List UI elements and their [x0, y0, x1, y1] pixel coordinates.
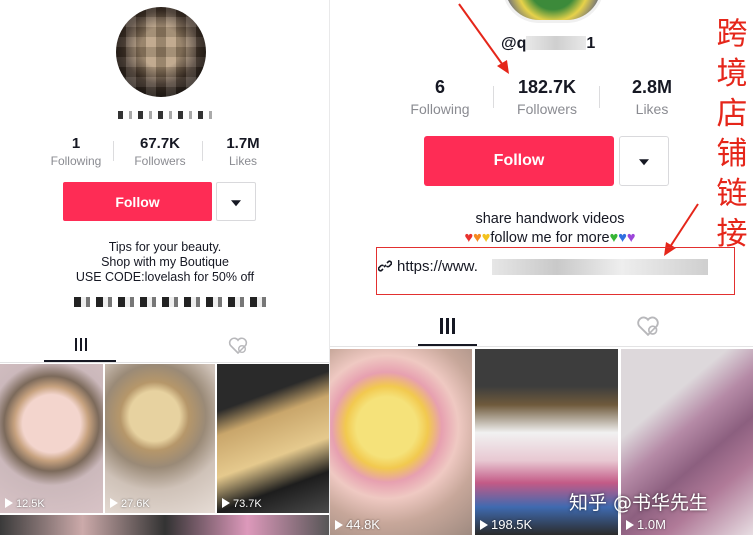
- view-count: 198.5K: [480, 517, 532, 532]
- view-count: 73.7K: [222, 498, 262, 510]
- bio: Tips for your beauty. Shop with my Bouti…: [0, 240, 330, 285]
- video-thumbnail-row-partial: [0, 515, 330, 535]
- stat-likes: 2.8M Likes: [612, 77, 692, 117]
- green-heart-icon: ♥: [609, 230, 619, 246]
- blurred-username: [118, 111, 216, 119]
- video-thumbnail[interactable]: 44.8K: [330, 349, 472, 535]
- tab-bar-bottom-border: [330, 346, 753, 347]
- tab-bar-bottom-border: [0, 362, 330, 363]
- tab-indicator: [44, 360, 116, 362]
- videos-grid-icon[interactable]: [74, 338, 88, 352]
- blurred-url: [492, 259, 708, 275]
- liked-videos-heart-icon[interactable]: [228, 337, 248, 354]
- orange-heart-icon: ♥: [473, 230, 482, 246]
- bio-link-text: https://www.: [397, 258, 478, 275]
- red-heart-icon: ♥: [464, 230, 474, 246]
- blurred-link[interactable]: [74, 297, 266, 307]
- stat-followers-value: 182.7K: [517, 77, 577, 97]
- left-profile-screenshot: 1 Following 67.7K Followers 1.7M Likes F…: [0, 0, 330, 535]
- view-count: 27.6K: [110, 498, 150, 510]
- more-dropdown-button[interactable]: [619, 136, 669, 186]
- stat-likes-value: 1.7M: [226, 135, 260, 152]
- avatar[interactable]: [502, 0, 604, 23]
- stat-followers-value: 67.7K: [139, 135, 181, 152]
- follow-button[interactable]: Follow: [424, 136, 614, 186]
- stat-following[interactable]: 1 Following: [46, 135, 106, 168]
- stat-likes-label: Likes: [635, 101, 669, 117]
- stat-followers-label: Followers: [134, 154, 186, 168]
- view-count: 12.5K: [5, 498, 45, 510]
- link-icon: [377, 260, 393, 272]
- stat-following[interactable]: 6 Following: [400, 77, 480, 117]
- play-icon: [5, 498, 13, 508]
- stat-likes-value: 2.8M: [631, 77, 673, 97]
- stat-followers-label: Followers: [517, 101, 577, 117]
- avatar[interactable]: [116, 7, 206, 97]
- view-count: 44.8K: [335, 517, 380, 532]
- play-icon: [480, 520, 488, 530]
- purple-heart-icon: ♥: [626, 230, 636, 246]
- stat-followers[interactable]: 182.7K Followers: [506, 77, 588, 117]
- play-icon: [110, 498, 118, 508]
- videos-grid-icon[interactable]: [439, 318, 456, 335]
- liked-videos-heart-icon[interactable]: [636, 316, 660, 336]
- annotation-side-text: 跨 境 店 铺 链 接: [716, 16, 748, 252]
- view-count: 1.0M: [626, 517, 666, 532]
- chevron-down-icon: [231, 199, 241, 206]
- bio-line: share handwork videos: [475, 211, 625, 227]
- stat-followers[interactable]: 67.7K Followers: [124, 135, 196, 168]
- video-thumbnail[interactable]: 12.5K: [0, 364, 103, 513]
- follow-button[interactable]: Follow: [63, 182, 212, 221]
- stat-divider: [113, 141, 114, 161]
- bio-line: Tips for your beauty.: [108, 240, 222, 254]
- stat-following-value: 6: [434, 77, 445, 97]
- stat-divider: [493, 86, 494, 108]
- bio-line: USE CODE:lovelash for 50% off: [75, 270, 255, 284]
- stat-following-label: Following: [410, 101, 470, 117]
- stat-following-label: Following: [50, 154, 102, 168]
- play-icon: [222, 498, 230, 508]
- stat-likes-label: Likes: [228, 154, 257, 168]
- chevron-down-icon: [639, 159, 649, 166]
- stat-divider: [599, 86, 600, 108]
- video-thumbnail[interactable]: 27.6K: [105, 364, 215, 513]
- video-thumbnail[interactable]: 73.7K: [217, 364, 330, 513]
- play-icon: [335, 520, 343, 530]
- bio-line-emoji: ♥♥♥follow me for more♥♥♥: [464, 230, 636, 246]
- more-dropdown-button[interactable]: [216, 182, 256, 221]
- profile-handle: @q 1: [501, 35, 596, 52]
- watermark: 知乎 @书华先生: [569, 492, 709, 514]
- stat-following-value: 1: [71, 135, 81, 152]
- right-profile-screenshot: @q 1 6 Following 182.7K Followers 2.8M Li…: [330, 0, 753, 535]
- bio: share handwork videos ♥♥♥follow me for m…: [400, 210, 700, 248]
- blue-heart-icon: ♥: [618, 230, 627, 246]
- stat-likes: 1.7M Likes: [213, 135, 273, 168]
- play-icon: [626, 520, 634, 530]
- bio-line: Shop with my Boutique: [101, 255, 229, 269]
- bio-link[interactable]: https://www.: [377, 258, 478, 275]
- tab-indicator: [418, 344, 477, 346]
- stat-divider: [202, 141, 203, 161]
